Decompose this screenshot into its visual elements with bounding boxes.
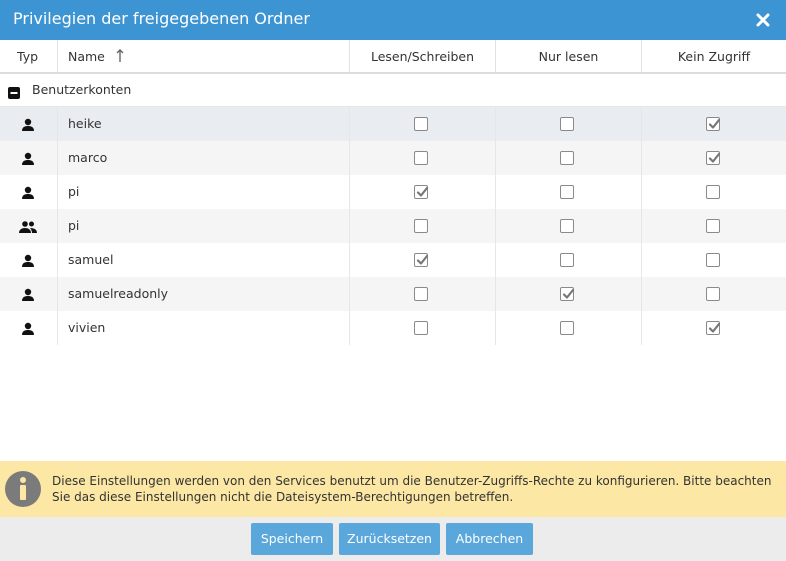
table-row[interactable]: heike [0, 107, 786, 141]
table-row[interactable]: pi [0, 175, 786, 209]
info-notice: Diese Einstellungen werden von den Servi… [0, 461, 786, 517]
table-row[interactable]: samuel [0, 243, 786, 277]
column-divider [495, 243, 496, 277]
table-row[interactable]: samuelreadonly [0, 277, 786, 311]
column-divider [57, 243, 58, 277]
column-divider [349, 243, 350, 277]
checkbox-read-write[interactable] [414, 253, 428, 267]
checkbox-no-access[interactable] [706, 321, 720, 335]
row-name: samuel [68, 252, 114, 267]
checkbox-read-only[interactable] [560, 287, 574, 301]
checkbox-no-access[interactable] [706, 117, 720, 131]
column-divider [349, 277, 350, 311]
row-name: samuelreadonly [68, 286, 169, 301]
checkbox-read-only[interactable] [560, 321, 574, 335]
column-divider [57, 107, 58, 141]
user-icon [20, 117, 36, 131]
column-divider [641, 175, 642, 209]
column-divider [641, 243, 642, 277]
column-divider [349, 175, 350, 209]
column-divider [349, 107, 350, 141]
column-divider [57, 141, 58, 175]
info-icon [4, 470, 42, 508]
user-icon [20, 321, 36, 335]
column-divider [57, 311, 58, 345]
column-divider [641, 141, 642, 175]
checkbox-read-write[interactable] [414, 287, 428, 301]
privileges-grid: Typ Name Lesen/Schreiben Nur lesen Kein … [0, 40, 786, 346]
checkbox-read-write[interactable] [414, 151, 428, 165]
row-name: heike [68, 116, 102, 131]
user-icon [20, 185, 36, 199]
row-name: pi [68, 218, 80, 233]
grid-header: Typ Name Lesen/Schreiben Nur lesen Kein … [0, 40, 786, 74]
column-header-name-label: Name [68, 49, 105, 64]
column-divider [57, 175, 58, 209]
checkbox-read-write[interactable] [414, 219, 428, 233]
dialog-footer: Speichern Zurücksetzen Abbrechen [0, 517, 786, 561]
column-divider [349, 209, 350, 243]
column-divider [349, 141, 350, 175]
checkbox-read-write[interactable] [414, 117, 428, 131]
column-divider [57, 277, 58, 311]
group-header-user-accounts[interactable]: Benutzerkonten [0, 74, 786, 107]
column-divider [495, 209, 496, 243]
dialog-titlebar: Privilegien der freigegebenen Ordner [0, 0, 786, 40]
user-icon [20, 151, 36, 165]
column-header-name[interactable]: Name [68, 40, 125, 73]
table-row[interactable]: marco [0, 141, 786, 175]
column-divider [349, 311, 350, 345]
sort-ascending-icon [116, 49, 124, 62]
column-divider [495, 107, 496, 141]
column-divider [495, 311, 496, 345]
group-icon [19, 219, 37, 233]
checkbox-read-write[interactable] [414, 321, 428, 335]
checkbox-read-write[interactable] [414, 185, 428, 199]
column-header-read-only[interactable]: Nur lesen [496, 40, 641, 73]
column-divider [641, 277, 642, 311]
user-icon [20, 287, 36, 301]
collapse-icon[interactable] [8, 84, 20, 99]
table-row[interactable]: vivien [0, 311, 786, 345]
checkbox-no-access[interactable] [706, 219, 720, 233]
column-header-type[interactable]: Typ [17, 40, 38, 73]
column-header-read-write[interactable]: Lesen/Schreiben [350, 40, 495, 73]
reset-button[interactable]: Zurücksetzen [339, 523, 440, 555]
dialog-title: Privilegien der freigegebenen Ordner [13, 9, 310, 28]
column-header-no-access[interactable]: Kein Zugriff [642, 40, 786, 73]
save-button[interactable]: Speichern [251, 523, 333, 555]
column-divider [495, 277, 496, 311]
column-divider [641, 311, 642, 345]
cancel-button[interactable]: Abbrechen [446, 523, 533, 555]
row-name: vivien [68, 320, 106, 335]
checkbox-read-only[interactable] [560, 219, 574, 233]
table-row[interactable]: pi [0, 209, 786, 243]
checkbox-no-access[interactable] [706, 253, 720, 267]
checkbox-no-access[interactable] [706, 287, 720, 301]
column-divider [641, 107, 642, 141]
checkbox-no-access[interactable] [706, 185, 720, 199]
group-label: Benutzerkonten [32, 82, 132, 97]
column-divider [57, 209, 58, 243]
checkbox-read-only[interactable] [560, 185, 574, 199]
column-divider [641, 209, 642, 243]
checkbox-no-access[interactable] [706, 151, 720, 165]
row-name: marco [68, 150, 108, 165]
info-text: Diese Einstellungen werden von den Servi… [52, 474, 772, 504]
close-icon[interactable] [754, 11, 772, 29]
column-divider [495, 175, 496, 209]
checkbox-read-only[interactable] [560, 117, 574, 131]
checkbox-read-only[interactable] [560, 253, 574, 267]
user-icon [20, 253, 36, 267]
checkbox-read-only[interactable] [560, 151, 574, 165]
row-name: pi [68, 184, 80, 199]
column-divider [495, 141, 496, 175]
